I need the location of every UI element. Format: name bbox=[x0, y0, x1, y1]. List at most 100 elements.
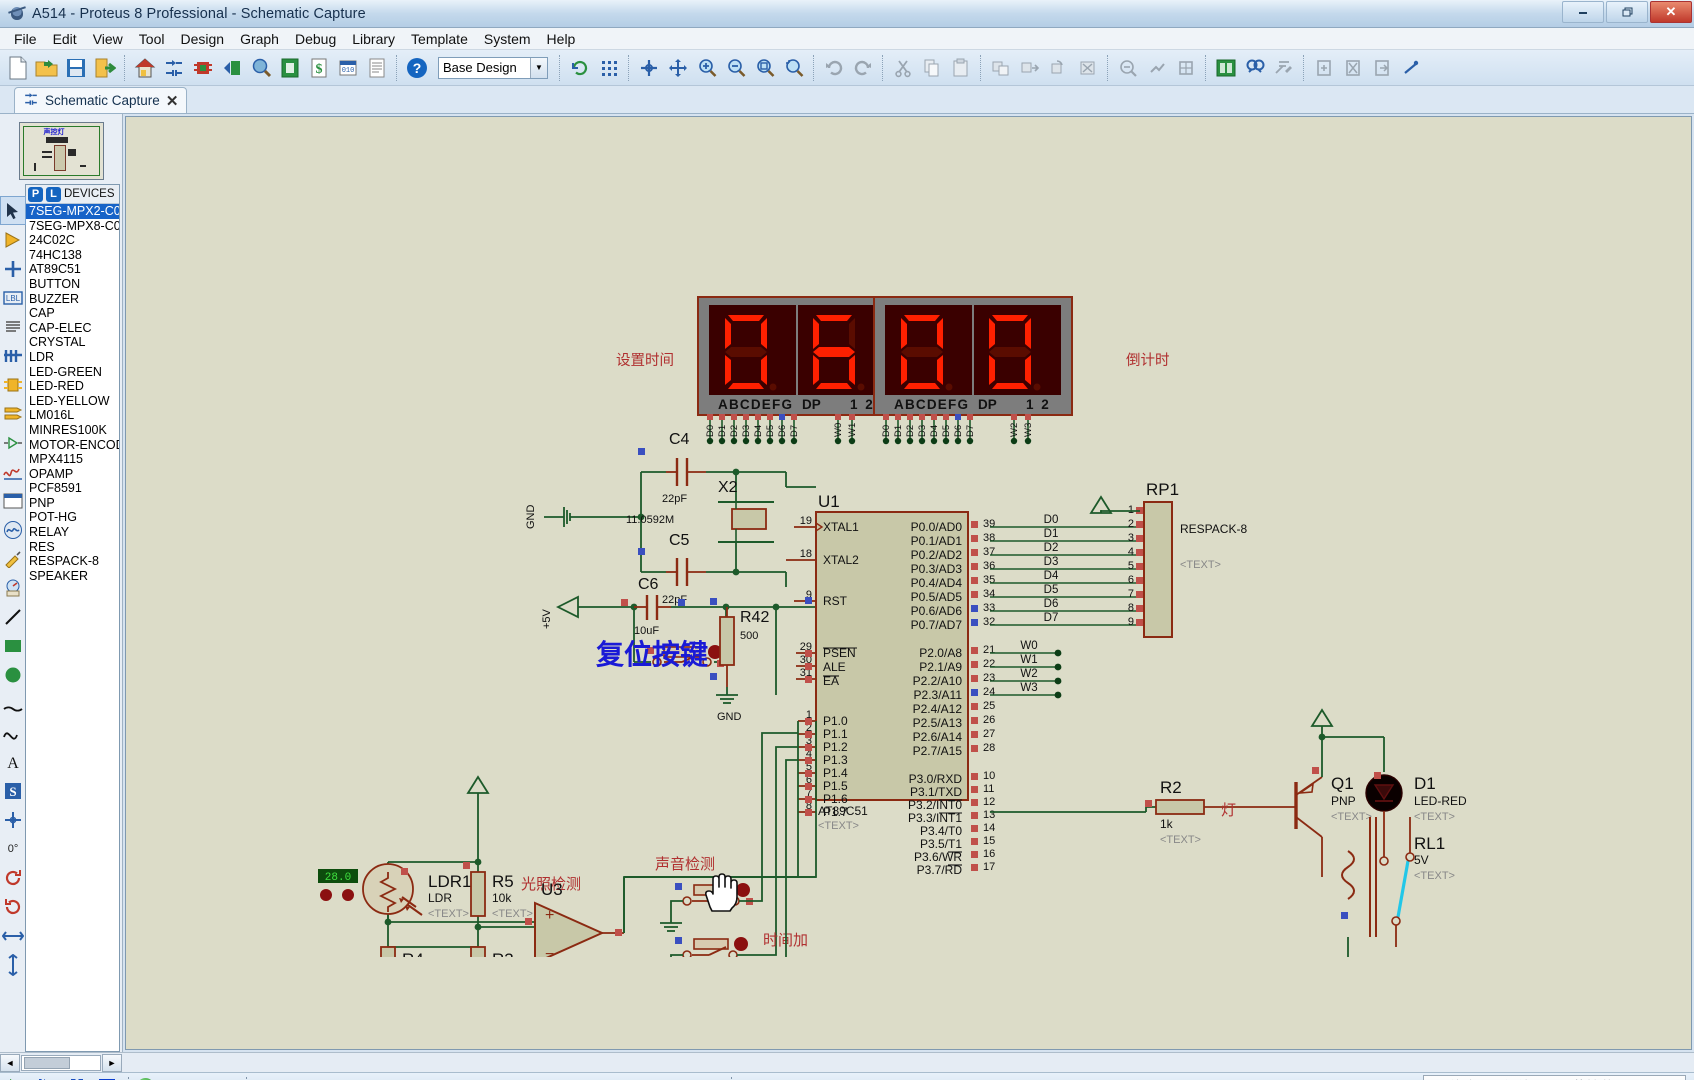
list-item[interactable]: PCF8591 bbox=[26, 481, 119, 496]
graph-icon[interactable] bbox=[0, 457, 26, 486]
grid-icon[interactable] bbox=[595, 54, 623, 82]
list-item[interactable]: MOTOR-ENCODER bbox=[26, 438, 119, 453]
billing-icon[interactable]: $ bbox=[305, 54, 333, 82]
property-assign-icon[interactable] bbox=[1270, 54, 1298, 82]
text-script-icon[interactable] bbox=[0, 312, 26, 341]
list-item[interactable]: RES bbox=[26, 540, 119, 555]
list-item[interactable]: RELAY bbox=[26, 525, 119, 540]
resistor-r3[interactable] bbox=[470, 946, 486, 957]
cut-icon[interactable] bbox=[889, 54, 917, 82]
pause-icon[interactable] bbox=[64, 1076, 90, 1080]
list-item[interactable]: 24C02C bbox=[26, 233, 119, 248]
list-item[interactable]: OPAMP bbox=[26, 467, 119, 482]
close-icon[interactable]: ✕ bbox=[166, 92, 179, 110]
list-item[interactable]: CAP bbox=[26, 306, 119, 321]
origin-icon[interactable] bbox=[635, 54, 663, 82]
generator-icon[interactable] bbox=[0, 515, 26, 544]
menu-tool[interactable]: Tool bbox=[131, 29, 173, 49]
open-file-icon[interactable] bbox=[33, 54, 61, 82]
list-item[interactable]: BUZZER bbox=[26, 292, 119, 307]
schematic-icon[interactable] bbox=[160, 54, 188, 82]
circle-icon[interactable] bbox=[0, 660, 26, 689]
ldr-decrease-button[interactable] bbox=[320, 889, 332, 901]
list-item[interactable]: LED-GREEN bbox=[26, 365, 119, 380]
schematic-canvas[interactable]: ABCDEFG DP 1 2 D0 D1 D2 D3 D4 D5 D6 D7 W… bbox=[125, 116, 1692, 1050]
time-increase-button[interactable] bbox=[670, 746, 798, 957]
new-sheet-icon[interactable] bbox=[1310, 54, 1338, 82]
scroll-right-icon[interactable]: ► bbox=[102, 1053, 122, 1072]
rotate-ccw-icon[interactable] bbox=[0, 892, 26, 921]
stop-icon[interactable] bbox=[94, 1076, 120, 1080]
list-item[interactable]: POT-HG bbox=[26, 510, 119, 525]
seven-segment-display-left[interactable]: ABCDEFG DP 1 2 D0 D1 D2 D3 D4 D5 D6 D7 W… bbox=[697, 296, 897, 445]
pick-device-icon[interactable] bbox=[1114, 54, 1142, 82]
virtual-instrument-icon[interactable] bbox=[0, 573, 26, 602]
remove-sheet-icon[interactable] bbox=[1339, 54, 1367, 82]
selection-mode-icon[interactable] bbox=[0, 196, 26, 225]
subcircuit-icon[interactable] bbox=[0, 370, 26, 399]
pcb-icon[interactable] bbox=[189, 54, 217, 82]
tape-recorder-icon[interactable] bbox=[0, 486, 26, 515]
marker-icon[interactable] bbox=[0, 805, 26, 834]
mirror-vertical-icon[interactable] bbox=[0, 950, 26, 979]
list-item[interactable]: 7SEG-MPX8-C0 bbox=[26, 219, 119, 234]
minimize-button[interactable] bbox=[1562, 1, 1604, 23]
design-selector[interactable]: Base Design ▼ bbox=[438, 56, 548, 79]
arc-icon[interactable] bbox=[0, 689, 26, 718]
tab-schematic-capture[interactable]: Schematic Capture ✕ bbox=[14, 87, 188, 113]
list-item[interactable]: 74HC138 bbox=[26, 248, 119, 263]
ldr1-sensor[interactable] bbox=[362, 863, 423, 916]
menu-help[interactable]: Help bbox=[539, 29, 584, 49]
symbol-icon[interactable]: S bbox=[0, 776, 26, 805]
relay-rl1[interactable] bbox=[1341, 817, 1415, 957]
refresh-icon[interactable] bbox=[566, 54, 594, 82]
save-icon[interactable] bbox=[62, 54, 90, 82]
netlist-icon[interactable]: 010 bbox=[334, 54, 362, 82]
schematic-overview-preview[interactable]: 声控灯 bbox=[18, 122, 104, 180]
text-icon[interactable]: A bbox=[0, 747, 26, 776]
resistor-r42[interactable] bbox=[710, 598, 735, 687]
scroll-track[interactable] bbox=[21, 1054, 101, 1071]
zoom-sel-icon[interactable] bbox=[780, 54, 808, 82]
seven-segment-display-right[interactable]: ABCDEFG DP 1 2 D0 D1 D2 D3 D4 D5 D6 D7 W… bbox=[873, 296, 1073, 445]
menu-file[interactable]: File bbox=[6, 29, 45, 49]
block-move-icon[interactable] bbox=[1016, 54, 1044, 82]
list-item[interactable]: MINRES100K bbox=[26, 423, 119, 438]
list-item[interactable]: AT89C51 bbox=[26, 262, 119, 277]
menu-library[interactable]: Library bbox=[344, 29, 403, 49]
step-icon[interactable] bbox=[34, 1076, 60, 1080]
wire-label-icon[interactable]: LBL bbox=[0, 283, 26, 312]
exit-sheet-icon[interactable] bbox=[1368, 54, 1396, 82]
component-mode-icon[interactable] bbox=[0, 225, 26, 254]
block-copy-icon[interactable] bbox=[987, 54, 1015, 82]
zoom-out-icon[interactable] bbox=[722, 54, 750, 82]
block-rotate-icon[interactable] bbox=[1045, 54, 1073, 82]
rotate-cw-icon[interactable] bbox=[0, 863, 26, 892]
menu-system[interactable]: System bbox=[476, 29, 539, 49]
menu-view[interactable]: View bbox=[85, 29, 131, 49]
list-item[interactable]: CAP-ELEC bbox=[26, 321, 119, 336]
pick-library-l-icon[interactable]: L bbox=[46, 186, 61, 202]
mirror-horizontal-icon[interactable] bbox=[0, 921, 26, 950]
new-file-icon[interactable] bbox=[4, 54, 32, 82]
undo-icon[interactable] bbox=[820, 54, 848, 82]
list-item[interactable]: MPX4115 bbox=[26, 452, 119, 467]
pick-library-p-icon[interactable]: P bbox=[28, 186, 43, 202]
opamp-u3[interactable]: + − bbox=[525, 901, 624, 957]
microcontroller-u1[interactable]: U1 AT89C51 <TEXT> XTAL1 XTAL2 RST PSEN A… bbox=[786, 492, 995, 877]
zoom-in-icon[interactable] bbox=[693, 54, 721, 82]
scroll-thumb[interactable] bbox=[24, 1056, 70, 1069]
zoom-area-icon[interactable] bbox=[247, 54, 275, 82]
device-list-panel[interactable]: P L DEVICES 7SEG-MPX2-C0 7SEG-MPX8-C0 24… bbox=[25, 184, 120, 1052]
copy-icon[interactable] bbox=[918, 54, 946, 82]
ldr-increase-button[interactable] bbox=[342, 889, 354, 901]
list-item[interactable]: LM016L bbox=[26, 408, 119, 423]
list-item[interactable]: SPEAKER bbox=[26, 569, 119, 584]
close-button[interactable]: ✕ bbox=[1650, 1, 1692, 23]
capacitor-c4[interactable] bbox=[638, 448, 706, 486]
package-icon[interactable] bbox=[1172, 54, 1200, 82]
3d-view-icon[interactable] bbox=[218, 54, 246, 82]
crystal-x2[interactable] bbox=[718, 501, 774, 543]
list-item[interactable]: CRYSTAL bbox=[26, 335, 119, 350]
schematic-drawing[interactable]: ABCDEFG DP 1 2 D0 D1 D2 D3 D4 D5 D6 D7 W… bbox=[126, 117, 1691, 1049]
